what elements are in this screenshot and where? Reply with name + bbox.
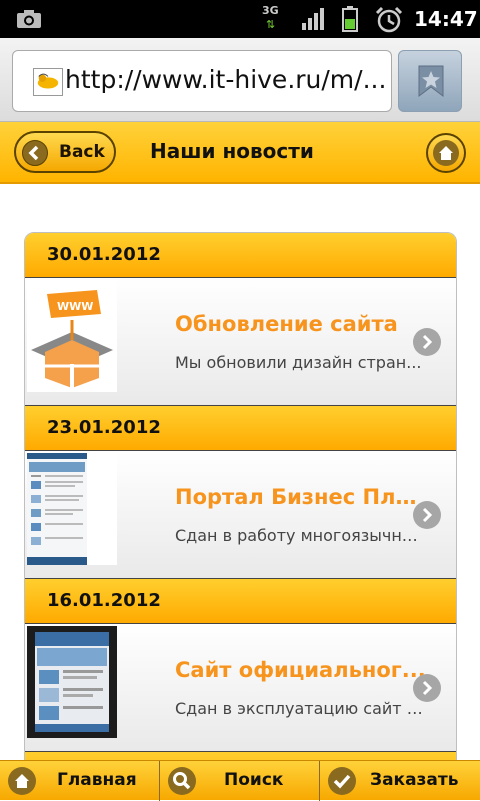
news-item[interactable]: WWW Обновление сайта Мы обновили дизайн … (25, 278, 456, 406)
news-thumbnail-image (27, 453, 117, 565)
search-tab-label: Поиск (224, 770, 284, 790)
data-activity-icon: ⇅ (266, 18, 275, 31)
chevron-right-icon[interactable] (413, 328, 441, 356)
page-header: Back Наши новости (0, 122, 480, 184)
battery-icon (342, 6, 358, 32)
signal-icon (302, 8, 324, 30)
back-arrow-icon (22, 140, 48, 166)
home-icon (433, 140, 459, 166)
browser-url-bar: http://www.it-hive.ru/m/... (0, 38, 480, 122)
news-item[interactable]: Портал Бизнес Пла... Сдан в работу много… (25, 451, 456, 579)
search-icon (168, 767, 196, 795)
news-description: Сдан в эксплуатацию сайт о... (175, 699, 429, 718)
status-bar: 3G ⇅ 14:47 (0, 0, 480, 38)
news-title: Портал Бизнес Пла... (175, 485, 427, 509)
bookmark-button[interactable] (398, 50, 462, 112)
clock: 14:47 (414, 7, 478, 31)
home-tab-label: Главная (57, 770, 137, 790)
back-button[interactable]: Back (14, 131, 116, 173)
news-date-header: 23.01.2012 (25, 405, 456, 451)
chevron-right-icon[interactable] (413, 501, 441, 529)
news-thumbnail-image (27, 626, 117, 738)
alarm-icon (375, 6, 403, 33)
news-item[interactable]: Сайт официальног... Сдан в эксплуатацию … (25, 624, 456, 752)
order-tab-label: Заказать (370, 770, 459, 790)
network-type: 3G (262, 4, 279, 17)
chevron-right-icon[interactable] (413, 674, 441, 702)
search-tab-button[interactable]: Поиск (160, 761, 320, 801)
bottom-toolbar: Главная Поиск Заказать (0, 760, 480, 801)
url-text: http://www.it-hive.ru/m/... (65, 65, 387, 94)
news-date: 16.01.2012 (47, 590, 161, 611)
news-description: Мы обновили дизайн стран... (175, 353, 422, 372)
news-list: 30.01.2012 WWW Обновление сайта Мы обнов… (24, 232, 457, 762)
home-button[interactable] (426, 133, 466, 173)
news-thumbnail-image: WWW (27, 280, 117, 392)
back-label: Back (59, 142, 105, 162)
home-icon (8, 767, 36, 795)
news-date: 30.01.2012 (47, 244, 161, 265)
page-title: Наши новости (150, 139, 314, 163)
news-description: Сдан в работу многоязычны... (175, 526, 429, 545)
svg-text:WWW: WWW (57, 300, 93, 313)
site-favicon-icon (33, 68, 63, 96)
news-title: Сайт официальног... (175, 658, 426, 682)
bookmark-star-icon (418, 65, 444, 97)
order-tab-button[interactable]: Заказать (320, 761, 480, 801)
url-input[interactable]: http://www.it-hive.ru/m/... (12, 50, 392, 112)
news-date-header: 30.01.2012 (25, 233, 456, 278)
camera-icon (17, 10, 41, 28)
news-date-header: 16.01.2012 (25, 578, 456, 624)
news-title: Обновление сайта (175, 312, 398, 336)
checkmark-icon (328, 767, 356, 795)
home-tab-button[interactable]: Главная (0, 761, 160, 801)
news-date: 23.01.2012 (47, 417, 161, 438)
